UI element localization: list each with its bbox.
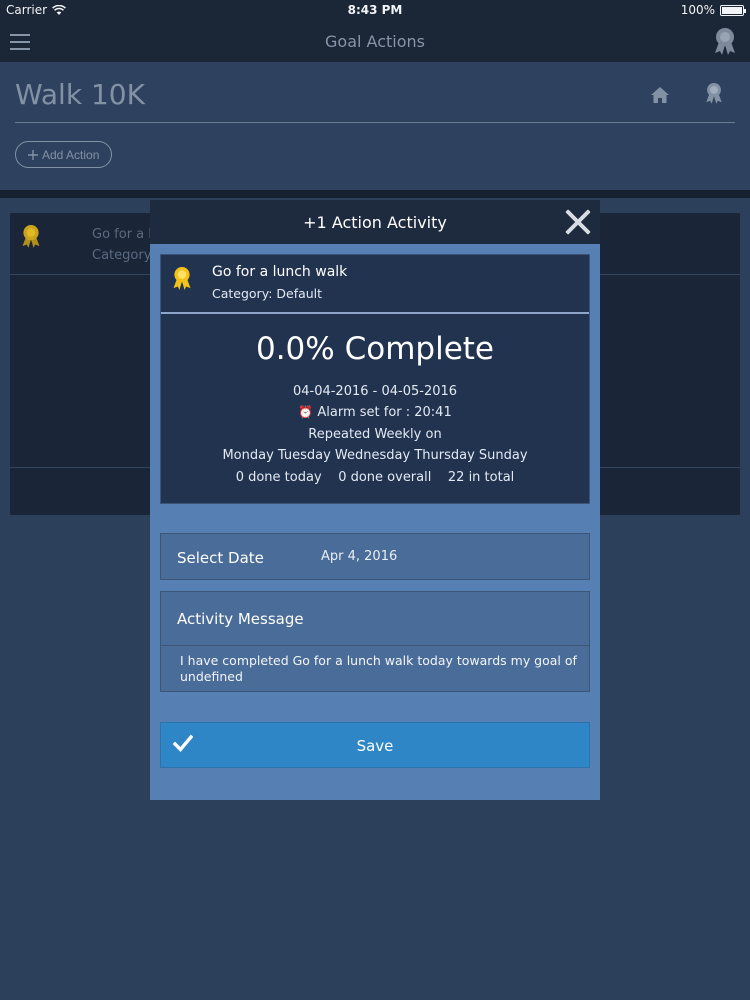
activity-message-field[interactable]: I have completed Go for a lunch walk tod… xyxy=(180,653,585,685)
award-ribbon-icon xyxy=(20,223,42,253)
done-today: 0 done today xyxy=(235,470,322,485)
select-date-field[interactable]: Select Date Apr 4, 2016 xyxy=(160,533,590,580)
list-item-subtitle: Category xyxy=(92,248,152,263)
modal-header: +1 Action Activity xyxy=(150,200,600,244)
message-divider xyxy=(161,645,589,646)
action-category: Category: Default xyxy=(212,286,323,301)
award-ribbon-icon[interactable] xyxy=(704,81,724,109)
add-action-button[interactable]: Add Action xyxy=(15,141,113,168)
alarm-info: ⏰ Alarm set for : 20:41 xyxy=(161,405,589,420)
completion-percent: 0.0% Complete xyxy=(255,331,494,367)
alarm-clock-icon: ⏰ xyxy=(298,405,314,419)
header-divider xyxy=(15,122,735,123)
battery-percent: 100% xyxy=(680,3,715,17)
award-ribbon-icon xyxy=(171,265,193,295)
repeat-info: Repeated Weekly on xyxy=(308,427,442,442)
save-button[interactable]: Save xyxy=(160,722,590,768)
save-label: Save xyxy=(356,737,394,755)
in-total: 22 in total xyxy=(447,470,515,485)
list-item-title: Go for a l xyxy=(92,227,152,242)
status-time: 8:43 PM xyxy=(347,3,403,17)
status-bar: Carrier 8:43 PM 100% xyxy=(0,0,750,22)
modal-title: +1 Action Activity xyxy=(303,213,447,232)
nav-bar: Goal Actions xyxy=(0,22,750,62)
battery-info: 100% xyxy=(680,3,746,17)
activity-message-box: Activity Message I have completed Go for… xyxy=(160,591,590,692)
action-activity-modal: Go for a lunch walk Category: Default 0.… xyxy=(150,244,600,800)
activity-message-label: Activity Message xyxy=(177,610,304,628)
award-ribbon-icon[interactable] xyxy=(712,26,738,60)
date-range: 04-04-2016 - 04-05-2016 xyxy=(292,384,458,399)
counts-row: 0 done today 0 done overall 22 in total xyxy=(161,470,589,485)
action-name: Go for a lunch walk xyxy=(212,264,348,280)
repeat-days: Monday Tuesday Wednesday Thursday Sunday xyxy=(222,448,528,463)
battery-icon xyxy=(720,4,746,16)
page-header: Walk 10K Add Action xyxy=(0,62,750,190)
close-icon[interactable] xyxy=(564,208,592,236)
plus-icon xyxy=(28,149,38,160)
nav-title: Goal Actions xyxy=(325,32,425,51)
page-title: Walk 10K xyxy=(15,78,145,111)
action-info-header: Go for a lunch walk Category: Default xyxy=(161,255,589,314)
action-info-card: Go for a lunch walk Category: Default 0.… xyxy=(160,254,590,504)
done-overall: 0 done overall xyxy=(338,470,432,485)
select-date-value[interactable]: Apr 4, 2016 xyxy=(321,549,397,564)
add-action-label: Add Action xyxy=(42,147,100,162)
home-icon[interactable] xyxy=(650,86,670,108)
select-date-label: Select Date xyxy=(177,549,264,567)
alarm-text: Alarm set for : 20:41 xyxy=(317,405,452,420)
header-shadow xyxy=(0,190,750,198)
